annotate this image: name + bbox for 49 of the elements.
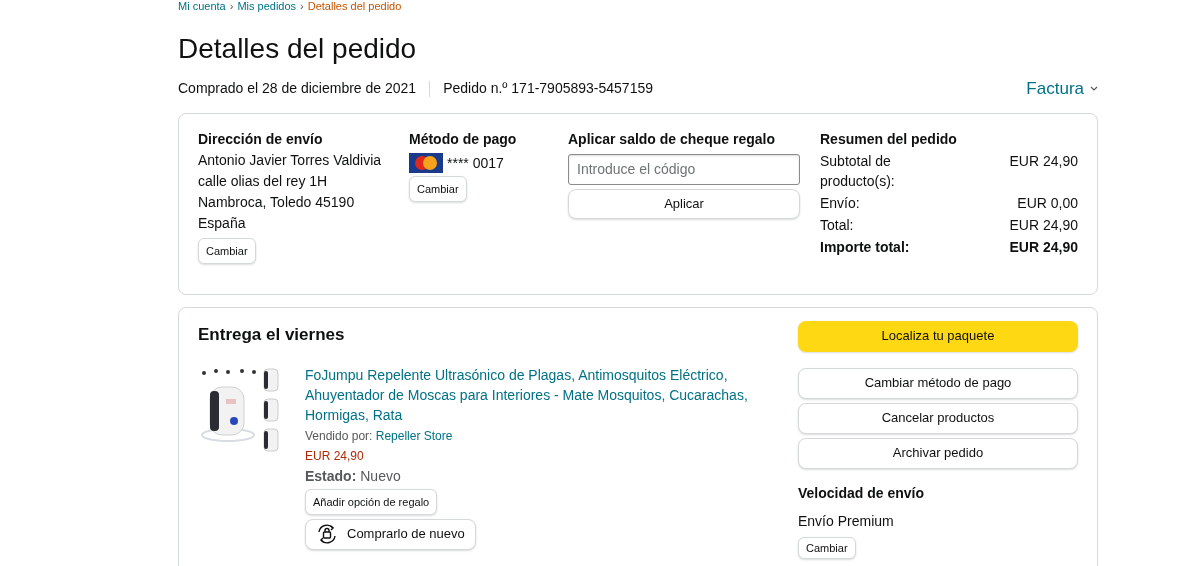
condition-label: Estado: — [305, 467, 357, 484]
section-heading: Aplicar saldo de cheque regalo — [568, 129, 776, 149]
address-line: Antonio Javier Torres Valdivia — [198, 150, 383, 170]
summary-label: Envío: — [820, 193, 861, 213]
shipping-speed-value: Envío Premium — [798, 511, 895, 531]
section-heading: Método de pago — [409, 129, 518, 149]
summary-value: EUR 24,90 — [1009, 215, 1078, 235]
delivery-heading: Entrega el viernes — [198, 323, 346, 346]
change-button[interactable]: Cambiar — [409, 175, 467, 202]
address-line: Nambroca, Toledo 45190 — [198, 192, 356, 212]
repeat-bag-icon — [315, 522, 339, 546]
sold-by-label: Vendido por: — [305, 428, 373, 443]
summary-value: EUR 0,00 — [1017, 193, 1078, 213]
breadcrumb-link[interactable]: Mi cuenta — [178, 0, 226, 13]
credit-card-icon — [409, 152, 443, 173]
chevron-down-icon — [1090, 86, 1098, 92]
product-title-link[interactable]: FoJumpu Repelente Ultrasónico de Plagas, Antimosquitos Eléctrico, Ahuyentador de Moscas para Interiores - Mate Mosquitos, Cucarachas, Hormigas, Rata — [305, 364, 765, 425]
summary-value: EUR 24,90 — [1009, 151, 1078, 171]
purchase-date: Comprado el 28 de diciembre de 2021 — [178, 79, 417, 99]
action-button[interactable]: Cambiar método de pago — [798, 367, 1078, 399]
action-button[interactable]: Archivar pedido — [798, 437, 1078, 469]
condition-value: Nuevo — [360, 467, 401, 484]
address-line: calle olias del rey 1H — [198, 171, 329, 191]
change-button[interactable]: Cambiar — [798, 536, 856, 559]
breadcrumb-link[interactable]: Detalles del pedido — [307, 0, 402, 13]
breadcrumb-separator: › — [300, 0, 304, 13]
section-heading: Dirección de envío — [198, 129, 324, 149]
action-button[interactable]: Cancelar productos — [798, 402, 1078, 434]
summary-label: Subtotal de producto(s): — [820, 151, 896, 191]
section-heading: Resumen del pedido — [820, 129, 958, 149]
breadcrumb-separator: › — [229, 0, 234, 13]
seller-link[interactable]: Repeller Store — [375, 428, 453, 443]
breadcrumb-link[interactable]: Mis pedidos — [237, 0, 297, 13]
summary-value: EUR 24,90 — [1009, 237, 1078, 257]
order-number: Pedido n.º 171-7905893-5457159 — [443, 79, 653, 99]
apply-button[interactable]: Aplicar — [568, 188, 800, 219]
invoice-dropdown[interactable]: Factura — [1026, 76, 1098, 102]
page-title: Detalles del pedido — [178, 32, 418, 66]
summary-label: Total: — [820, 215, 855, 235]
gift-option-button[interactable]: Añadir opción de regalo — [305, 488, 438, 515]
summary-label: Importe total: — [820, 237, 911, 257]
product-price: EUR 24,90 — [305, 447, 365, 465]
shipping-speed-heading: Velocidad de envío — [798, 483, 926, 503]
gift-code-field[interactable]: Introduce el código — [568, 153, 800, 185]
address-line: España — [198, 213, 247, 233]
change-button[interactable]: Cambiar — [198, 237, 256, 264]
buy-again-button[interactable]: Comprarlo de nuevo — [305, 518, 476, 550]
primary-action-button[interactable]: Localiza tu paquete — [798, 320, 1078, 352]
card-number: **** 0017 — [447, 153, 504, 173]
